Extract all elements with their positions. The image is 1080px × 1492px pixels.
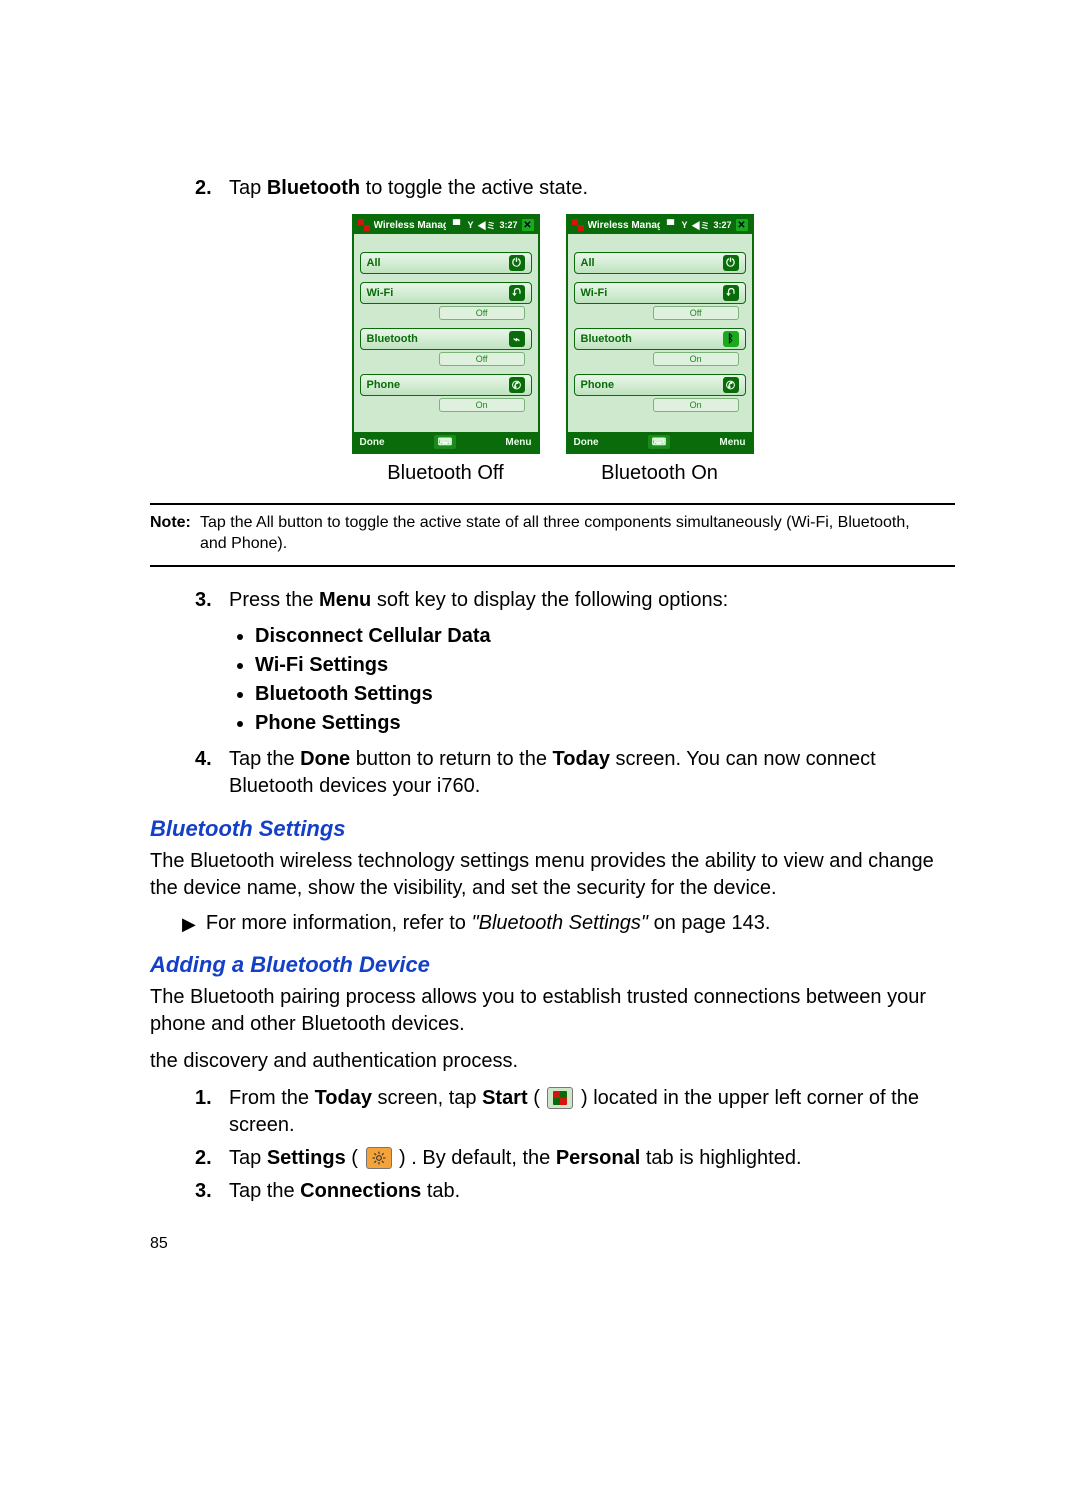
step-3-number: 3. xyxy=(195,587,219,614)
caption-bluetooth-off: Bluetooth Off xyxy=(387,462,503,485)
row-wifi: Wi-Fi ⮏ xyxy=(360,282,532,304)
adding-step-3: 3. Tap the Connections tab. xyxy=(195,1178,955,1205)
signal-icon: ▝▘ xyxy=(664,220,678,231)
menu-option: Disconnect Cellular Data xyxy=(255,622,955,651)
power-icon: ⏻ xyxy=(723,255,739,271)
device-screen-off: Wireless Manag ▝▘ Y ◀ミ 3:27 ✕ All ⏻ xyxy=(352,214,540,454)
caption-bluetooth-on: Bluetooth On xyxy=(601,462,718,485)
cross-reference: ▶ For more information, refer to "Blueto… xyxy=(150,912,955,936)
bluetooth-settings-paragraph: The Bluetooth wireless technology settin… xyxy=(150,848,955,902)
adding-para-2: the discovery and authentication process… xyxy=(150,1048,955,1075)
row-all: All ⏻ xyxy=(574,252,746,274)
cross-reference-text: For more information, refer to "Bluetoot… xyxy=(206,912,771,936)
power-icon: ⏻ xyxy=(509,255,525,271)
note-line2: and Phone). xyxy=(150,534,955,555)
heading-bluetooth-settings: Bluetooth Settings xyxy=(150,816,955,842)
step-4: 4. Tap the Done button to return to the … xyxy=(195,746,955,800)
step-3: 3. Press the Menu soft key to display th… xyxy=(195,587,955,614)
start-flag-icon xyxy=(572,219,584,231)
step-text: Tap the Connections tab. xyxy=(229,1178,955,1205)
screenshot-bluetooth-on: Wireless Manag ▝▘ Y ◀ミ 3:27 ✕ All ⏻ xyxy=(566,214,754,485)
softkey-menu: Menu xyxy=(505,437,531,448)
row-bluetooth: Bluetooth ⌁ xyxy=(360,328,532,350)
phone-status: On xyxy=(653,398,739,412)
step-4-text: Tap the Done button to return to the Tod… xyxy=(229,746,955,800)
wifi-icon: ⮏ xyxy=(723,285,739,301)
keyboard-icon: ⌨ xyxy=(648,435,670,449)
titlebar-time: 3:27 xyxy=(499,220,517,230)
divider xyxy=(150,503,955,505)
divider xyxy=(150,565,955,567)
note-label: Note: xyxy=(150,513,194,534)
screenshots-row: Wireless Manag ▝▘ Y ◀ミ 3:27 ✕ All ⏻ xyxy=(150,214,955,485)
start-flag-icon xyxy=(358,219,370,231)
screenshot-bluetooth-off: Wireless Manag ▝▘ Y ◀ミ 3:27 ✕ All ⏻ xyxy=(352,214,540,485)
titlebar: Wireless Manag ▝▘ Y ◀ミ 3:27 ✕ xyxy=(354,216,538,234)
titlebar-title: Wireless Manag xyxy=(374,220,446,231)
wifi-icon: ⮏ xyxy=(509,285,525,301)
close-icon: ✕ xyxy=(736,219,748,231)
keyboard-icon: ⌨ xyxy=(434,435,456,449)
step-2-text: Tap Bluetooth to toggle the active state… xyxy=(229,175,955,202)
bluetooth-status: Off xyxy=(439,352,525,366)
menu-option: Bluetooth Settings xyxy=(255,680,955,709)
row-wifi: Wi-Fi ⮏ xyxy=(574,282,746,304)
speaker-icon: ◀ミ xyxy=(691,219,709,232)
note-line1: Tap the All button to toggle the active … xyxy=(200,513,910,534)
wifi-status: Off xyxy=(653,306,739,320)
bluetooth-off-icon: ⌁ xyxy=(509,331,525,347)
softkey-menu: Menu xyxy=(719,437,745,448)
menu-options-list: Disconnect Cellular Data Wi-Fi Settings … xyxy=(150,622,955,738)
adding-step-1: 1. From the Today screen, tap Start ( ) … xyxy=(195,1085,955,1139)
step-number: 1. xyxy=(195,1085,219,1139)
softkey-done: Done xyxy=(360,437,385,448)
antenna-icon: Y xyxy=(681,220,687,230)
signal-icon: ▝▘ xyxy=(450,220,464,231)
titlebar-time: 3:27 xyxy=(713,220,731,230)
antenna-icon: Y xyxy=(467,220,473,230)
softkey-done: Done xyxy=(574,437,599,448)
wifi-status: Off xyxy=(439,306,525,320)
row-phone: Phone ✆ xyxy=(360,374,532,396)
row-bluetooth: Bluetooth ᛒ xyxy=(574,328,746,350)
step-3-text: Press the Menu soft key to display the f… xyxy=(229,587,955,614)
note: Note: Tap the All button to toggle the a… xyxy=(150,513,955,555)
triangle-bullet-icon: ▶ xyxy=(182,912,196,936)
menu-option: Phone Settings xyxy=(255,709,955,738)
adding-step-2: 2. Tap Settings ( ) . By default, the Pe… xyxy=(195,1145,955,1172)
bluetooth-on-icon: ᛒ xyxy=(723,331,739,347)
step-text: From the Today screen, tap Start ( ) loc… xyxy=(229,1085,955,1139)
titlebar-status-icons: ▝▘ Y ◀ミ 3:27 xyxy=(450,219,518,232)
menu-option: Wi-Fi Settings xyxy=(255,651,955,680)
page-number: 85 xyxy=(150,1235,955,1253)
titlebar-title: Wireless Manag xyxy=(588,220,660,231)
step-number: 2. xyxy=(195,1145,219,1172)
settings-gear-icon xyxy=(366,1147,392,1169)
bottom-bar: Done ⌨ Menu xyxy=(354,432,538,452)
close-icon: ✕ xyxy=(522,219,534,231)
titlebar-status-icons: ▝▘ Y ◀ミ 3:27 xyxy=(664,219,732,232)
step-4-number: 4. xyxy=(195,746,219,800)
device-screen-on: Wireless Manag ▝▘ Y ◀ミ 3:27 ✕ All ⏻ xyxy=(566,214,754,454)
step-2: 2. Tap Bluetooth to toggle the active st… xyxy=(195,175,955,202)
row-all: All ⏻ xyxy=(360,252,532,274)
bluetooth-status: On xyxy=(653,352,739,366)
phone-icon: ✆ xyxy=(509,377,525,393)
speaker-icon: ◀ミ xyxy=(477,219,495,232)
phone-status: On xyxy=(439,398,525,412)
start-flag-icon xyxy=(547,1087,573,1109)
titlebar: Wireless Manag ▝▘ Y ◀ミ 3:27 ✕ xyxy=(568,216,752,234)
step-text: Tap Settings ( ) . By default, the Perso… xyxy=(229,1145,955,1172)
heading-adding-bluetooth-device: Adding a Bluetooth Device xyxy=(150,952,955,978)
step-2-number: 2. xyxy=(195,175,219,202)
row-phone: Phone ✆ xyxy=(574,374,746,396)
phone-icon: ✆ xyxy=(723,377,739,393)
adding-para-1: The Bluetooth pairing process allows you… xyxy=(150,984,955,1038)
bottom-bar: Done ⌨ Menu xyxy=(568,432,752,452)
step-number: 3. xyxy=(195,1178,219,1205)
